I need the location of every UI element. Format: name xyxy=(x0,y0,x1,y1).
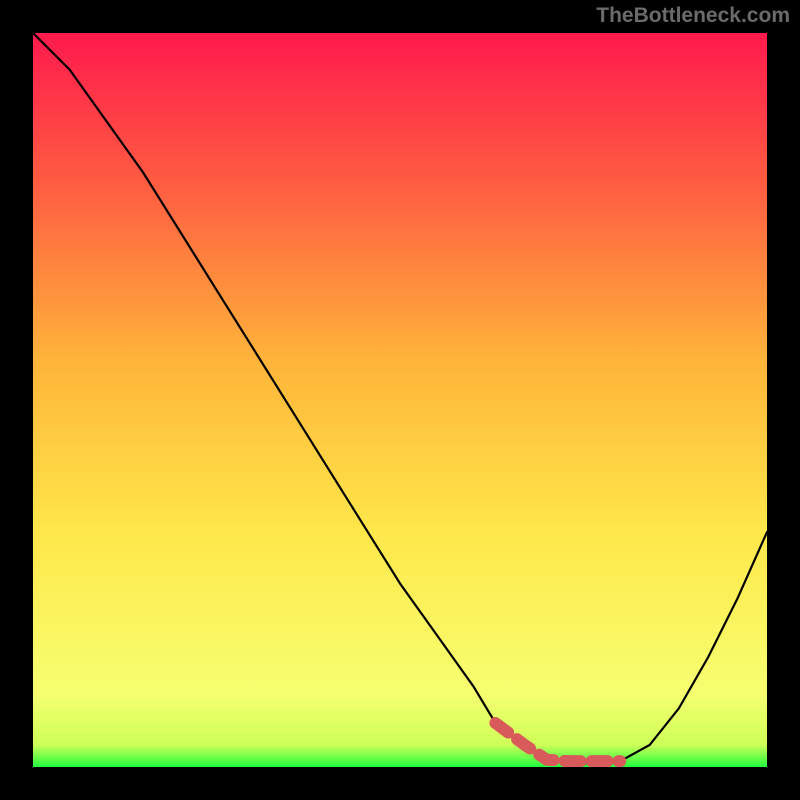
plot-area xyxy=(33,33,767,767)
attribution-text: TheBottleneck.com xyxy=(596,4,790,28)
chart-wrapper: TheBottleneck.com xyxy=(0,0,800,800)
chart-svg xyxy=(33,33,767,767)
gradient-background xyxy=(33,33,767,767)
